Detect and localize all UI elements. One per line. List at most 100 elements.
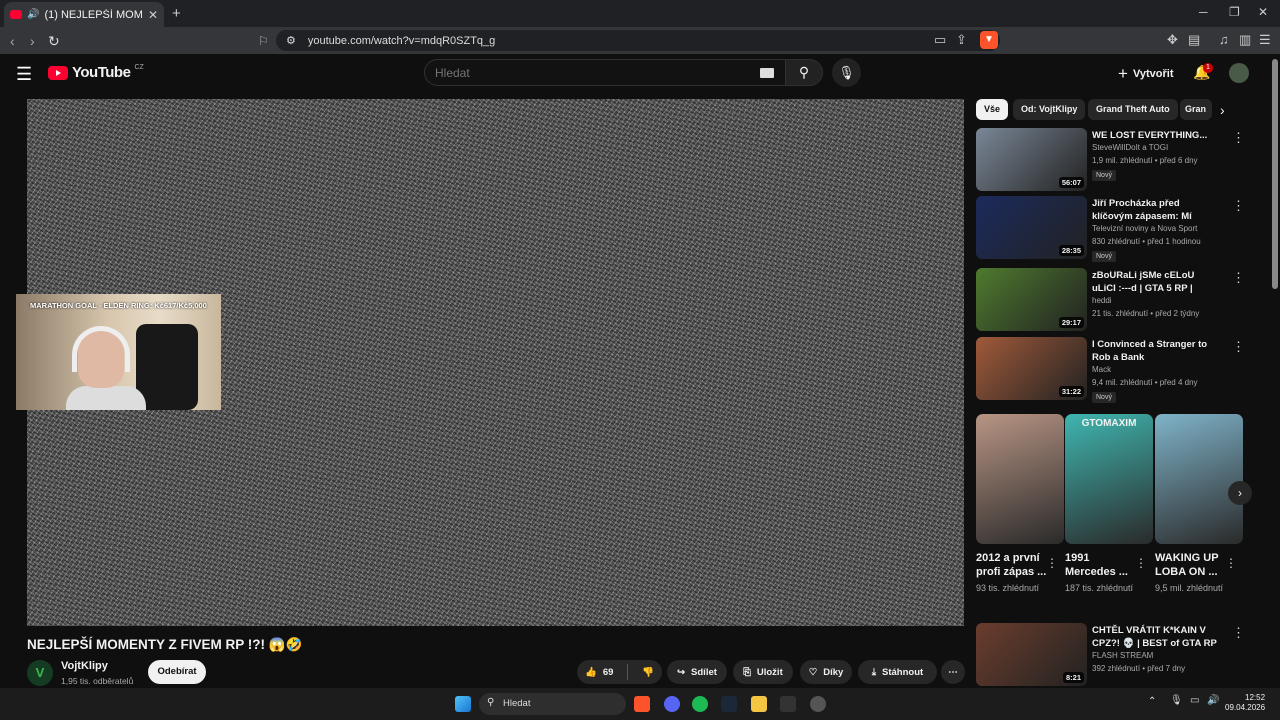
share-button[interactable]: ↪ Sdílet bbox=[667, 660, 727, 684]
obs-taskbar-icon[interactable] bbox=[810, 696, 826, 712]
subscribe-button[interactable]: Odebírat bbox=[148, 660, 206, 684]
recommended-video[interactable]: 56:07 WE LOST EVERYTHING... SteveWillDoI… bbox=[976, 128, 1256, 192]
more-options-icon[interactable]: ⋮ bbox=[1232, 198, 1245, 214]
search-button[interactable]: ⚲ bbox=[785, 59, 823, 86]
recommended-video[interactable]: 31:22 I Convinced a Stranger to Rob a Ba… bbox=[976, 337, 1256, 403]
taskbar-search[interactable]: Hledat bbox=[479, 693, 626, 715]
video-thumbnail[interactable]: 8:21 bbox=[976, 623, 1087, 686]
maximize-button[interactable]: ❐ bbox=[1229, 5, 1240, 19]
back-icon[interactable]: ‹ bbox=[10, 33, 15, 49]
more-options-icon[interactable]: ⋮ bbox=[1046, 556, 1058, 570]
video-title: NEJLEPŠÍ MOMENTY Z FIVEM RP !?! 😱🤣 bbox=[27, 637, 303, 652]
video-thumbnail[interactable]: 28:35 bbox=[976, 196, 1087, 259]
chip-gta[interactable]: Grand Theft Auto bbox=[1088, 99, 1178, 120]
sidebar-icon[interactable]: ▥ bbox=[1239, 32, 1251, 48]
more-options-icon[interactable]: ⋮ bbox=[1232, 130, 1245, 146]
cast-icon[interactable]: ▭ bbox=[934, 32, 946, 48]
close-window-button[interactable]: ✕ bbox=[1258, 5, 1268, 19]
guide-menu-icon[interactable]: ☰ bbox=[16, 64, 32, 85]
recommended-title[interactable]: I Convinced a Stranger to Rob a Bank bbox=[1092, 338, 1220, 364]
reload-icon[interactable]: ↻ bbox=[48, 33, 60, 50]
chevron-right-icon[interactable]: › bbox=[1220, 102, 1225, 118]
create-button[interactable]: + Vytvořit bbox=[1118, 64, 1173, 84]
more-actions-button[interactable]: ⋯ bbox=[941, 660, 965, 684]
recommended-video[interactable]: 28:35 Jiří Procházka před klíčovým zápas… bbox=[976, 196, 1256, 262]
more-options-icon[interactable]: ⋮ bbox=[1232, 270, 1245, 286]
volume-tray-icon[interactable]: 🔊 bbox=[1207, 695, 1219, 706]
recommended-video[interactable]: 8:21 CHTĚL VRÁTIT K*KAIN V CPZ?! 💀 | BES… bbox=[976, 623, 1256, 687]
steam-taskbar-icon[interactable] bbox=[721, 696, 737, 712]
recommended-title[interactable]: Jiří Procházka před klíčovým zápasem: Mí… bbox=[1092, 197, 1220, 224]
network-tray-icon[interactable]: ▭ bbox=[1190, 695, 1199, 706]
minimize-button[interactable]: ─ bbox=[1199, 5, 1208, 19]
tab-search-icon[interactable]: ▤ bbox=[1188, 32, 1200, 48]
recommended-channel[interactable]: FLASH STREAM bbox=[1092, 651, 1153, 660]
recommended-title[interactable]: WE LOST EVERYTHING... bbox=[1092, 129, 1220, 142]
close-tab-icon[interactable]: ✕ bbox=[148, 8, 158, 22]
extensions-icon[interactable]: ✥ bbox=[1167, 32, 1178, 48]
short-title[interactable]: WAKING UP LOBA ON ... bbox=[1155, 551, 1233, 579]
shorts-next-button[interactable]: › bbox=[1228, 481, 1252, 505]
save-button[interactable]: ⎘ Uložit bbox=[733, 660, 793, 684]
recommended-channel[interactable]: Televizní noviny a Nova Sport bbox=[1092, 224, 1197, 233]
webcam-overlay: MARATHON GOAL - ELDEN RING: Kč617/Kč5,00… bbox=[16, 294, 221, 410]
address-bar[interactable]: ⚙ youtube.com/watch?v=mdqR0SZTq_g bbox=[276, 30, 1000, 51]
like-button[interactable]: 👍 69 bbox=[577, 667, 621, 678]
discord-taskbar-icon[interactable] bbox=[664, 696, 680, 712]
youtube-logo[interactable]: YouTube CZ bbox=[48, 64, 144, 81]
more-options-icon[interactable]: ⋮ bbox=[1135, 556, 1147, 570]
download-button[interactable]: ⤓ Stáhnout bbox=[858, 660, 937, 684]
more-options-icon[interactable]: ⋮ bbox=[1225, 556, 1237, 570]
forward-icon[interactable]: › bbox=[30, 33, 35, 49]
chip-all[interactable]: Vše bbox=[976, 99, 1009, 120]
recommended-channel[interactable]: SteveWillDoIt a TOGI bbox=[1092, 143, 1168, 152]
site-info-icon[interactable]: ⚙ bbox=[286, 34, 296, 47]
channel-name[interactable]: VojtKlipy bbox=[61, 660, 108, 672]
brave-shields-icon[interactable]: ▼ bbox=[980, 31, 998, 49]
video-thumbnail[interactable]: 31:22 bbox=[976, 337, 1087, 400]
recommended-channel[interactable]: heddi bbox=[1092, 296, 1112, 305]
chip-from-channel[interactable]: Od: VojtKlipy bbox=[1013, 99, 1086, 120]
mic-tray-icon[interactable]: 🎙 bbox=[1170, 695, 1183, 706]
channel-avatar[interactable]: V bbox=[27, 660, 53, 686]
short-title[interactable]: 2012 a první profi zápas ... bbox=[976, 551, 1054, 579]
video-thumbnail[interactable]: 29:17 bbox=[976, 268, 1087, 331]
share-page-icon[interactable]: ⇪ bbox=[956, 32, 967, 48]
windows-start-icon[interactable] bbox=[455, 696, 471, 712]
tray-chevron-icon[interactable]: ⌃ bbox=[1148, 696, 1156, 707]
keyboard-icon[interactable] bbox=[760, 68, 774, 78]
menu-icon[interactable]: ☰ bbox=[1259, 32, 1271, 48]
more-options-icon[interactable]: ⋮ bbox=[1232, 339, 1245, 355]
voice-search-button[interactable]: 🎙 bbox=[832, 58, 861, 87]
page-scrollbar[interactable] bbox=[1272, 59, 1278, 289]
dislike-button[interactable]: 👎 bbox=[634, 667, 662, 678]
chip-gran[interactable]: Gran bbox=[1180, 99, 1212, 120]
tab-title: (1) NEJLEPŠÍ MOMENTY Z FIV bbox=[44, 8, 143, 21]
bookmark-icon[interactable]: ⚐ bbox=[258, 34, 269, 48]
thanks-label: Díky bbox=[823, 666, 844, 678]
recommended-channel[interactable]: Mack bbox=[1092, 365, 1111, 374]
short-thumbnail[interactable] bbox=[976, 414, 1064, 544]
speaker-icon[interactable]: 🔊 bbox=[27, 9, 39, 20]
browser-tab[interactable]: 🔊 (1) NEJLEPŠÍ MOMENTY Z FIV ✕ bbox=[4, 2, 164, 27]
thanks-button[interactable]: ♡ Díky bbox=[800, 660, 852, 684]
taskbar-clock[interactable]: 12:52 09.04.2026 bbox=[1225, 693, 1265, 713]
recommended-title[interactable]: CHTĚL VRÁTIT K*KAIN V CPZ?! 💀 | BEST of … bbox=[1092, 624, 1220, 651]
search-input[interactable] bbox=[424, 59, 786, 86]
file-explorer-taskbar-icon[interactable] bbox=[751, 696, 767, 712]
app-taskbar-icon[interactable] bbox=[780, 696, 796, 712]
spotify-taskbar-icon[interactable] bbox=[692, 696, 708, 712]
short-thumbnail[interactable] bbox=[1155, 414, 1243, 544]
recommended-title[interactable]: zBoURaLi jSMe cELoU uLiCI :---d | GTA 5 … bbox=[1092, 269, 1220, 296]
account-avatar[interactable] bbox=[1229, 63, 1249, 83]
more-options-icon[interactable]: ⋮ bbox=[1232, 625, 1245, 641]
short-title[interactable]: 1991 Mercedes ... bbox=[1065, 551, 1143, 579]
streamer-body bbox=[66, 386, 146, 410]
media-icon[interactable]: ♫ bbox=[1219, 32, 1229, 47]
short-thumbnail[interactable]: GTOMAXIM bbox=[1065, 414, 1153, 544]
new-badge: Nový bbox=[1092, 251, 1116, 262]
video-thumbnail[interactable]: 56:07 bbox=[976, 128, 1087, 191]
brave-taskbar-icon[interactable] bbox=[634, 696, 650, 712]
recommended-video[interactable]: 29:17 zBoURaLi jSMe cELoU uLiCI :---d | … bbox=[976, 268, 1256, 332]
new-tab-button[interactable]: + bbox=[172, 5, 181, 22]
